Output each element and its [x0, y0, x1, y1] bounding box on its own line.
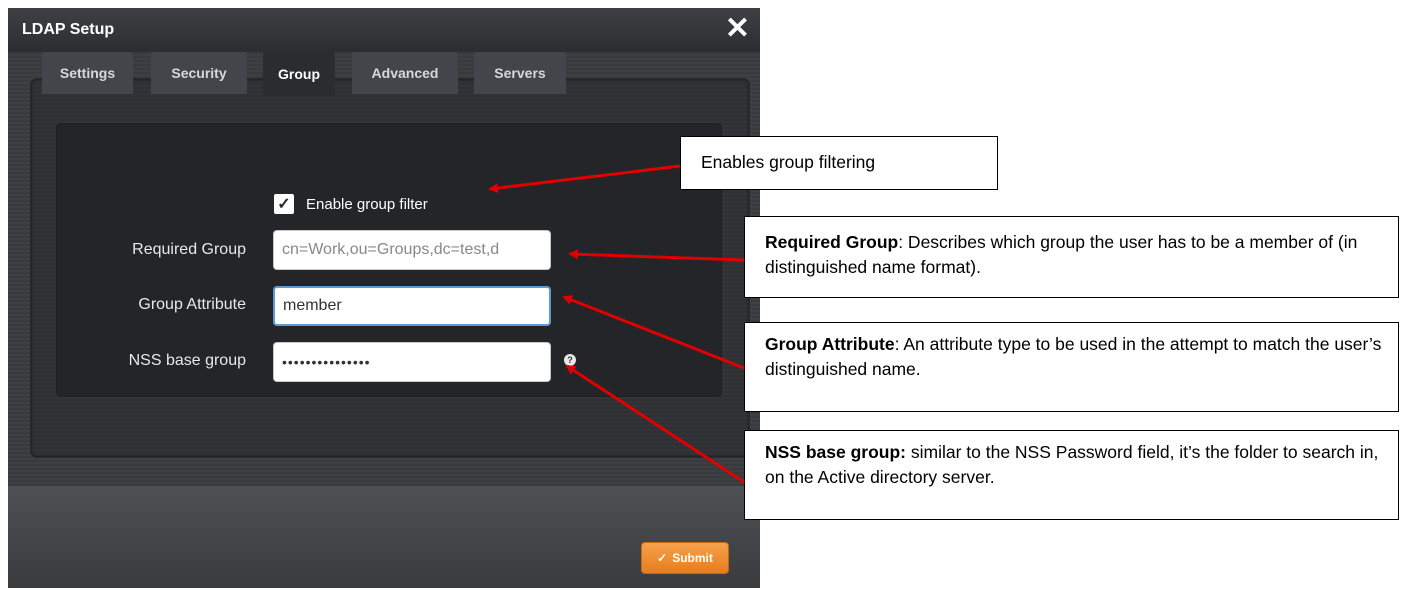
- arrow-to-group-attribute: [562, 295, 745, 370]
- annotation-arrows: [488, 164, 745, 484]
- arrow-to-nss-base-group: [565, 364, 745, 484]
- arrow-to-required-group: [568, 249, 745, 262]
- arrow-to-enable-filter: [488, 164, 681, 194]
